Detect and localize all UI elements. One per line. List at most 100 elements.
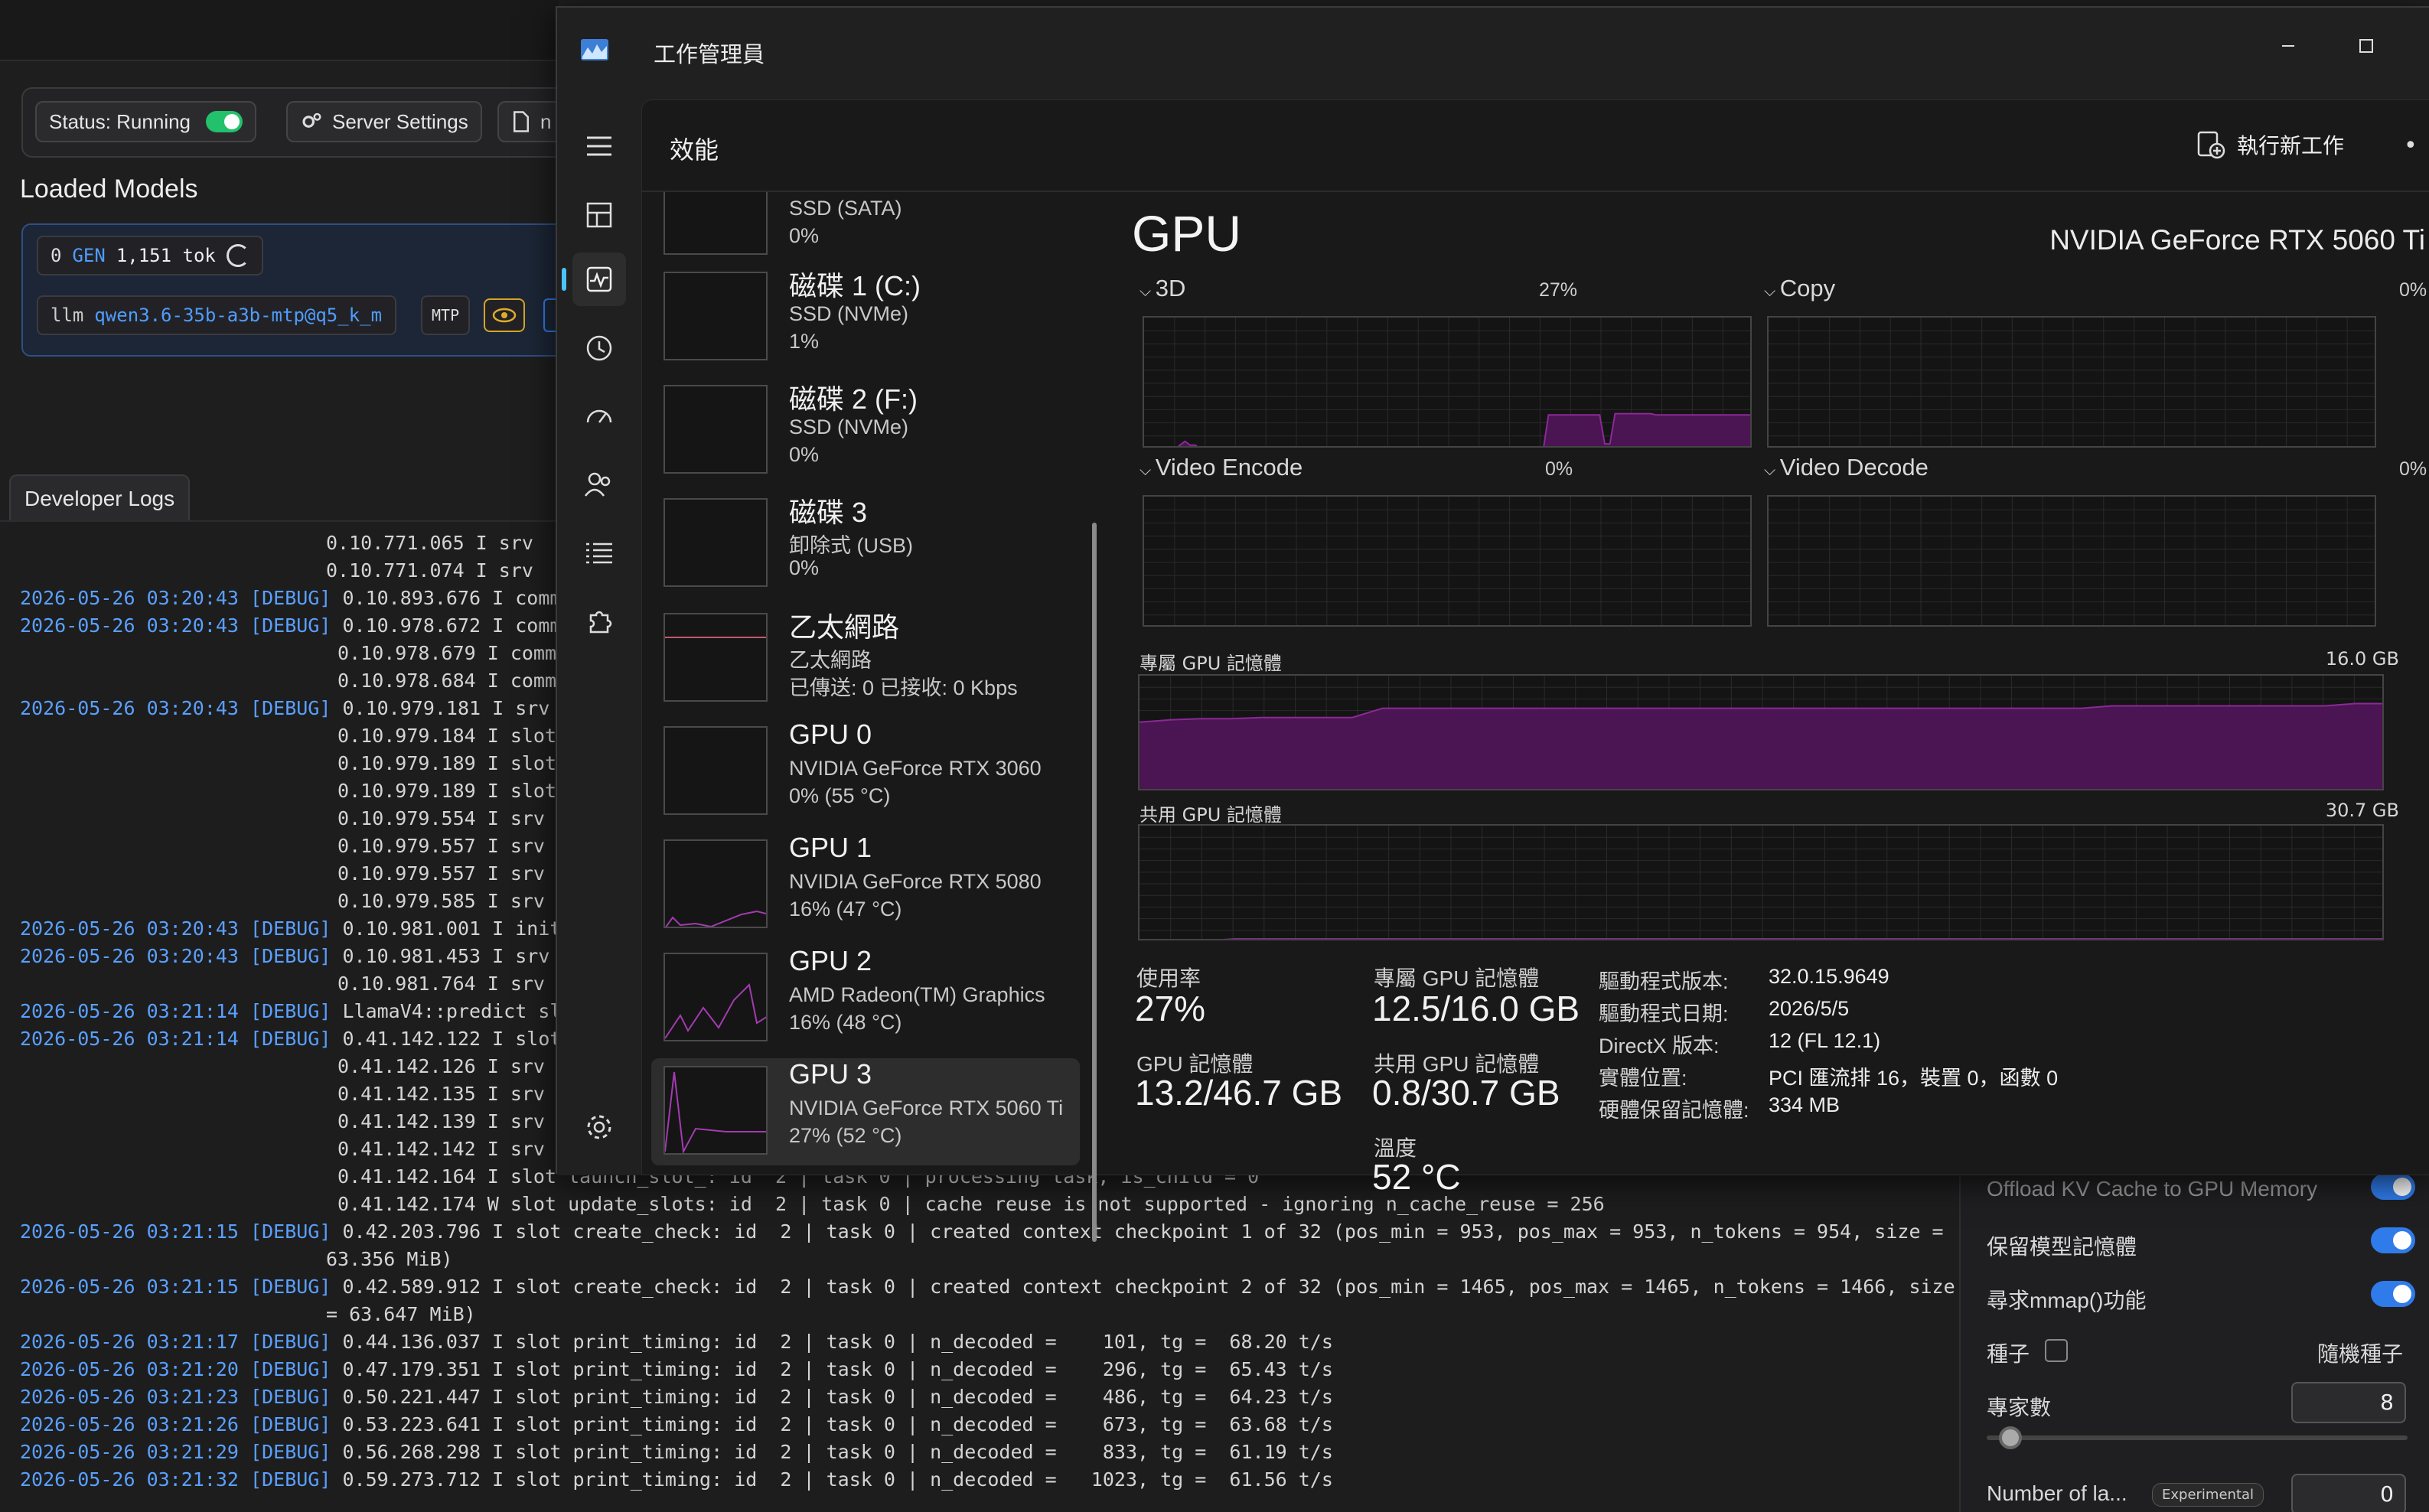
log-line: 2026-05-26 03:21:26 [DEBUG] 0.53.223.641…	[20, 1411, 1333, 1439]
nav-services[interactable]	[572, 595, 626, 649]
device-utilization: 0% (55 °C)	[789, 784, 891, 807]
gpu-detail-pane: GPU NVIDIA GeForce RTX 5060 Ti ⌵ 3D 27% …	[1132, 192, 2429, 1197]
log-line: 2026-05-26 03:20:43 [DEBUG] 0.10.979.181…	[20, 695, 549, 722]
log-level: [DEBUG]	[250, 1000, 331, 1022]
device-subtitle: SSD (NVMe)	[789, 302, 909, 325]
log-message: 0.10.979.189 I slot	[326, 780, 557, 802]
device-list-item[interactable]: GPU 2 AMD Radeon(TM) Graphics 16% (48 °C)	[651, 945, 1080, 1052]
device-name: GPU 3	[789, 1058, 872, 1090]
log-level: [DEBUG]	[250, 1441, 331, 1463]
device-utilization: 0%	[789, 556, 820, 579]
device-list-item[interactable]: 磁碟 1 (C:) SSD (NVMe) 1%	[651, 264, 1080, 371]
run-new-task-button[interactable]: 執行新工作	[2196, 123, 2344, 166]
nav-processes[interactable]	[572, 188, 626, 242]
device-subtitle: SSD (NVMe)	[789, 415, 909, 438]
device-thumbnail-graph	[663, 1066, 768, 1155]
log-line: 0.10.978.684 I comm	[326, 667, 556, 695]
status-toggle-pill[interactable]: Status: Running	[35, 101, 257, 142]
minimize-icon	[2282, 45, 2294, 47]
nav-startup-apps[interactable]	[572, 390, 626, 444]
task-manager-window: 工作管理員 效能 執行新工作 • SSD (SATA) 0% 磁碟 1 (C:)…	[556, 6, 2429, 1242]
hamburger-menu-button[interactable]	[572, 119, 626, 173]
device-list-scrollbar[interactable]	[1092, 223, 1097, 1242]
log-line: 2026-05-26 03:20:43 [DEBUG] 0.10.981.001…	[20, 915, 561, 943]
nav-users[interactable]	[572, 458, 626, 511]
offload-kv-label: Offload KV Cache to GPU Memory	[1987, 1177, 2318, 1201]
mtp-badge: MTP	[421, 295, 471, 335]
history-icon	[586, 335, 612, 361]
experts-slider-thumb[interactable]	[1999, 1426, 2022, 1449]
more-options-button[interactable]: •	[2404, 132, 2418, 159]
gpu-properties: 驅動程式版本: 32.0.15.9649 驅動程式日期: 2026/5/5 Direct…	[1132, 192, 2429, 1176]
nav-app-history[interactable]	[572, 321, 626, 375]
thumbnail-sparkline-line	[665, 982, 766, 1039]
mmap-toggle[interactable]	[2371, 1281, 2415, 1307]
log-line: 0.41.142.135 I srv	[326, 1080, 545, 1108]
property-value: 32.0.15.9649	[1769, 965, 1889, 988]
server-settings-button[interactable]: Server Settings	[286, 101, 482, 142]
log-message: 0.10.771.065 I srv	[326, 532, 533, 554]
log-line: 2026-05-26 03:21:17 [DEBUG] 0.44.136.037…	[20, 1328, 1333, 1356]
device-list-item[interactable]: 乙太網路 乙太網路 已傳送: 0 已接收: 0 Kbps	[651, 605, 1080, 712]
keep-model-toggle[interactable]	[2371, 1227, 2415, 1253]
device-subtitle: NVIDIA GeForce RTX 3060	[789, 757, 1042, 780]
property-value: 12 (FL 12.1)	[1769, 1029, 1881, 1052]
device-list-item[interactable]: GPU 0 NVIDIA GeForce RTX 3060 0% (55 °C)	[651, 719, 1080, 826]
log-message: 0.10.979.189 I slot	[326, 752, 557, 774]
experimental-badge: Experimental	[2152, 1483, 2264, 1507]
log-line: 2026-05-26 03:20:43 [DEBUG] 0.10.893.676…	[20, 585, 561, 612]
log-message: 0.10.979.184 I slot	[326, 725, 557, 747]
page-header: 效能 執行新工作 •	[642, 100, 2429, 192]
log-timestamp: 2026-05-26 03:20:43	[20, 945, 239, 967]
log-timestamp: 2026-05-26 03:21:32	[20, 1468, 239, 1491]
device-list-item[interactable]: 磁碟 2 (F:) SSD (NVMe) 0%	[651, 377, 1080, 484]
log-message: 0.47.179.351 I slot print_timing: id 2 |…	[342, 1358, 1333, 1380]
server-running-toggle[interactable]	[206, 111, 243, 132]
log-message: 0.10.978.684 I comm	[326, 670, 557, 692]
experts-input[interactable]: 8	[2291, 1382, 2406, 1423]
property-value: 2026/5/5	[1769, 997, 1850, 1020]
log-line: 0.41.142.142 I srv	[326, 1136, 545, 1163]
log-line: 0.41.142.126 I srv	[326, 1053, 545, 1080]
log-message: LlamaV4::predict sl	[342, 1000, 562, 1022]
device-name: 磁碟 2 (F:)	[789, 383, 918, 415]
seed-checkbox[interactable]	[2045, 1339, 2068, 1362]
maximize-button[interactable]	[2343, 31, 2389, 61]
log-level: [DEBUG]	[250, 1028, 331, 1050]
log-timestamp: 2026-05-26 03:20:43	[20, 917, 239, 940]
log-line: 2026-05-26 03:21:29 [DEBUG] 0.56.268.298…	[20, 1439, 1333, 1466]
log-line: 0.10.979.189 I slot	[326, 777, 556, 805]
device-list-item[interactable]: SSD (SATA) 0%	[651, 192, 1080, 266]
property-label: 驅動程式日期:	[1599, 1002, 1729, 1025]
gen-count: 0	[51, 245, 62, 266]
run-new-task-label: 執行新工作	[2237, 134, 2345, 158]
log-timestamp: 2026-05-26 03:21:15	[20, 1276, 239, 1298]
log-timestamp: 2026-05-26 03:20:43	[20, 614, 239, 637]
device-list-item[interactable]: 磁碟 3 卸除式 (USB) 0%	[651, 490, 1080, 598]
num-layers-input[interactable]: 0	[2291, 1474, 2406, 1512]
window-title: 工作管理員	[654, 43, 765, 67]
developer-logs-tab[interactable]: Developer Logs	[9, 474, 191, 522]
nav-details[interactable]	[572, 526, 626, 580]
visibility-toggle-button[interactable]	[484, 298, 525, 332]
log-line: 2026-05-26 03:20:43 [DEBUG] 0.10.981.453…	[20, 943, 549, 970]
log-timestamp: 2026-05-26 03:21:29	[20, 1441, 239, 1463]
nav-performance[interactable]	[562, 253, 626, 306]
log-message: 63.356 MiB)	[326, 1248, 453, 1270]
model-name-chip[interactable]: llm qwen3.6-35b-a3b-mtp@q5_k_m	[37, 295, 396, 335]
nav-settings[interactable]	[572, 1100, 626, 1154]
run-new-task-icon	[2197, 131, 2225, 159]
experts-slider-track[interactable]	[1987, 1435, 2408, 1440]
device-list-item[interactable]: GPU 3 NVIDIA GeForce RTX 5060 Ti 27% (52 °…	[651, 1058, 1080, 1165]
log-timestamp: 2026-05-26 03:20:43	[20, 587, 239, 609]
property-label: 驅動程式版本:	[1599, 970, 1729, 993]
loaded-models-title: Loaded Models	[20, 174, 198, 204]
log-message: 0.10.979.585 I srv	[326, 890, 545, 912]
device-list-item[interactable]: GPU 1 NVIDIA GeForce RTX 5080 16% (47 °C)	[651, 832, 1080, 939]
offload-kv-toggle[interactable]	[2371, 1174, 2415, 1200]
processes-icon	[586, 202, 612, 228]
minimize-button[interactable]	[2265, 31, 2311, 61]
device-name: GPU 1	[789, 832, 872, 863]
device-utilization: 已傳送: 0 已接收: 0 Kbps	[789, 676, 1018, 699]
scrollbar-thumb[interactable]	[1092, 523, 1097, 1242]
